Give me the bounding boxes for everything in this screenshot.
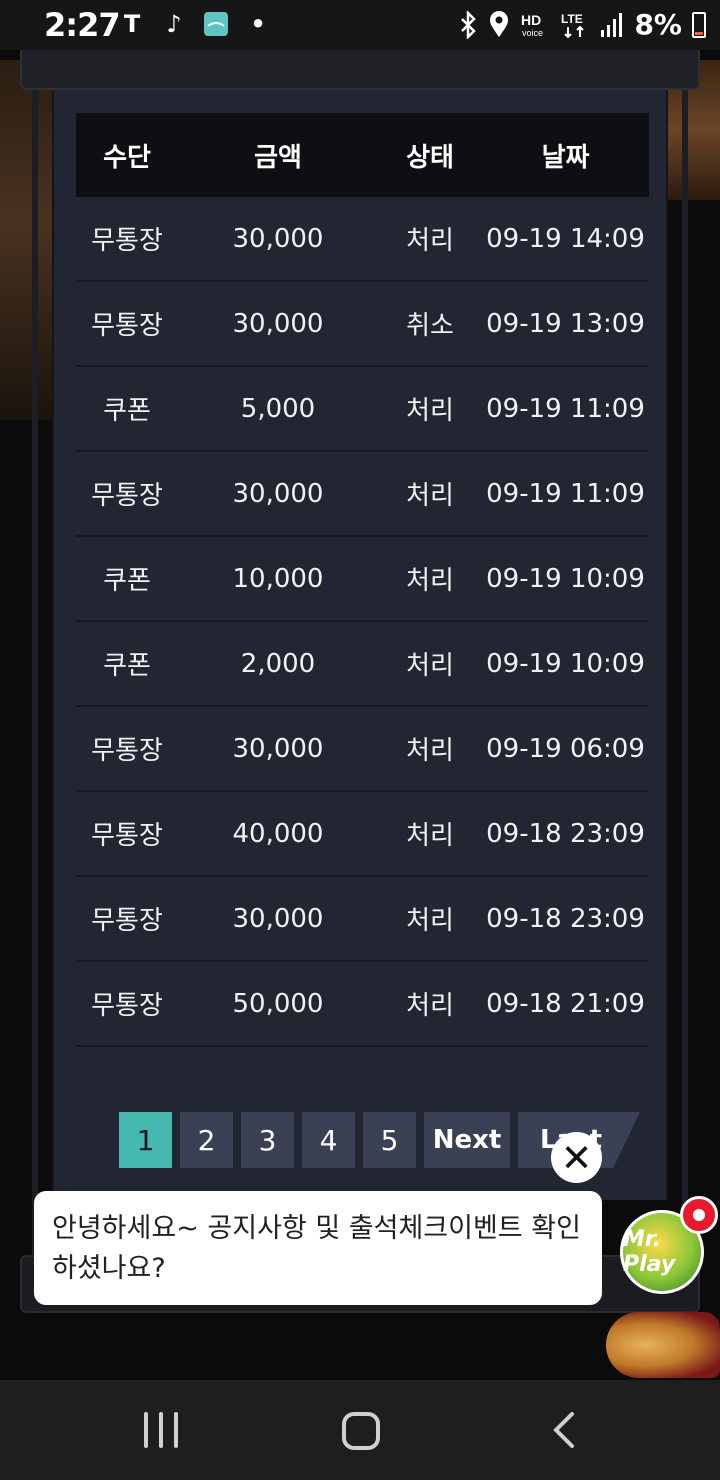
- table-row: 무통장 50,000 처리 09-18 21:09: [76, 962, 649, 1047]
- panel-top-frame: [20, 50, 700, 90]
- cell-date: 09-19 11:09: [486, 393, 645, 424]
- cell-amount: 5,000: [240, 393, 316, 424]
- page-3-button[interactable]: 3: [241, 1112, 294, 1168]
- t-mobile-icon: T: [123, 10, 141, 38]
- home-icon[interactable]: [342, 1412, 380, 1450]
- cell-amount: 30,000: [232, 733, 324, 764]
- table-row: 쿠폰 5,000 처리 09-19 11:09: [76, 367, 649, 452]
- table-header: 수단 금액 상태 날짜: [76, 113, 649, 197]
- page-2-button[interactable]: 2: [180, 1112, 233, 1168]
- cell-date: 09-18 21:09: [486, 988, 645, 1019]
- cell-method: 쿠폰: [103, 566, 151, 596]
- table-row: 무통장 40,000 처리 09-18 23:09: [76, 792, 649, 877]
- cell-method: 무통장: [91, 991, 163, 1021]
- battery-percent: 8%: [634, 8, 682, 41]
- status-right-icons: HD voice LTE 8%: [458, 8, 706, 41]
- cell-method: 쿠폰: [103, 396, 151, 426]
- cell-status: 처리: [406, 821, 454, 851]
- cell-date: 09-19 06:09: [486, 733, 645, 764]
- cell-method: 무통장: [91, 226, 163, 256]
- status-time: 2:27: [44, 6, 121, 44]
- battery-icon: [692, 11, 706, 38]
- cell-status: 처리: [406, 226, 454, 256]
- location-icon: [490, 10, 509, 37]
- cell-amount: 10,000: [232, 563, 324, 594]
- svg-text:LTE: LTE: [561, 12, 583, 26]
- svg-text:voice: voice: [522, 28, 543, 38]
- status-left-icons: T ♪ •: [118, 10, 272, 38]
- chat-popup-message[interactable]: 안녕하세요~ 공지사항 및 출석체크이벤트 확인 하셨나요?: [34, 1191, 602, 1305]
- dragon-mascot-art: [606, 1312, 720, 1378]
- cell-amount: 30,000: [232, 223, 324, 254]
- cell-status: 취소: [406, 311, 454, 341]
- notification-badge: [680, 1196, 718, 1234]
- history-panel: 수단 금액 상태 날짜 무통장 30,000 처리 09-19 14:09 무통…: [52, 90, 668, 1200]
- cell-status: 처리: [406, 481, 454, 511]
- background-character-art: [0, 60, 54, 420]
- table-row: 쿠폰 10,000 처리 09-19 10:09: [76, 537, 649, 622]
- page-1-button[interactable]: 1: [119, 1112, 172, 1168]
- panel-left-rail: [32, 90, 38, 1290]
- status-bar: 2:27 T ♪ • HD voice LTE 8%: [0, 0, 720, 50]
- page-4-button[interactable]: 4: [302, 1112, 355, 1168]
- cell-status: 처리: [406, 396, 454, 426]
- hd-voice-icon: HDvoice: [521, 12, 543, 38]
- table-row: 무통장 30,000 처리 09-19 11:09: [76, 452, 649, 537]
- page-5-button[interactable]: 5: [363, 1112, 416, 1168]
- header-status: 상태: [406, 142, 454, 173]
- cell-amount: 40,000: [232, 818, 324, 849]
- cell-method: 무통장: [91, 481, 163, 511]
- cell-status: 처리: [406, 906, 454, 936]
- cell-method: 쿠폰: [103, 651, 151, 681]
- history-table: 수단 금액 상태 날짜 무통장 30,000 처리 09-19 14:09 무통…: [76, 113, 649, 1047]
- cell-amount: 30,000: [232, 478, 324, 509]
- cell-status: 처리: [406, 991, 454, 1021]
- header-date: 날짜: [541, 142, 590, 173]
- tiktok-icon: ♪: [166, 10, 182, 38]
- cell-date: 09-19 14:09: [486, 223, 645, 254]
- close-icon[interactable]: ✕: [551, 1132, 602, 1183]
- cell-status: 처리: [406, 566, 454, 596]
- cell-date: 09-19 11:09: [486, 478, 645, 509]
- cell-method: 무통장: [91, 906, 163, 936]
- cell-status: 처리: [406, 651, 454, 681]
- cell-method: 무통장: [91, 821, 163, 851]
- cell-method: 무통장: [91, 311, 163, 341]
- cell-date: 09-18 23:09: [486, 903, 645, 934]
- table-row: 무통장 30,000 처리 09-19 06:09: [76, 707, 649, 792]
- cell-method: 무통장: [91, 736, 163, 766]
- cell-date: 09-19 10:09: [486, 563, 645, 594]
- signal-icon: [601, 12, 623, 37]
- recent-apps-icon[interactable]: [144, 1412, 178, 1448]
- cell-amount: 2,000: [240, 648, 316, 679]
- dot-icon: •: [250, 10, 266, 38]
- panel-right-rail: [682, 90, 688, 1290]
- next-page-button[interactable]: Next: [424, 1112, 510, 1168]
- cell-amount: 30,000: [232, 903, 324, 934]
- cell-date: 09-18 23:09: [486, 818, 645, 849]
- cell-amount: 30,000: [232, 308, 324, 339]
- app-icon: [202, 10, 230, 38]
- table-row: 쿠폰 2,000 처리 09-19 10:09: [76, 622, 649, 707]
- svg-text:HD: HD: [521, 12, 541, 28]
- lte-icon: LTE: [561, 12, 585, 38]
- cell-status: 처리: [406, 736, 454, 766]
- header-method: 수단: [103, 142, 151, 173]
- table-row: 무통장 30,000 취소 09-19 13:09: [76, 282, 649, 367]
- cell-date: 09-19 13:09: [486, 308, 645, 339]
- back-icon[interactable]: [546, 1412, 582, 1448]
- table-row: 무통장 30,000 처리 09-19 14:09: [76, 197, 649, 282]
- system-nav-bar: [0, 1380, 720, 1480]
- cell-amount: 50,000: [232, 988, 324, 1019]
- cell-date: 09-19 10:09: [486, 648, 645, 679]
- table-row: 무통장 30,000 처리 09-18 23:09: [76, 877, 649, 962]
- bluetooth-icon: [461, 10, 477, 39]
- header-amount: 금액: [254, 142, 302, 173]
